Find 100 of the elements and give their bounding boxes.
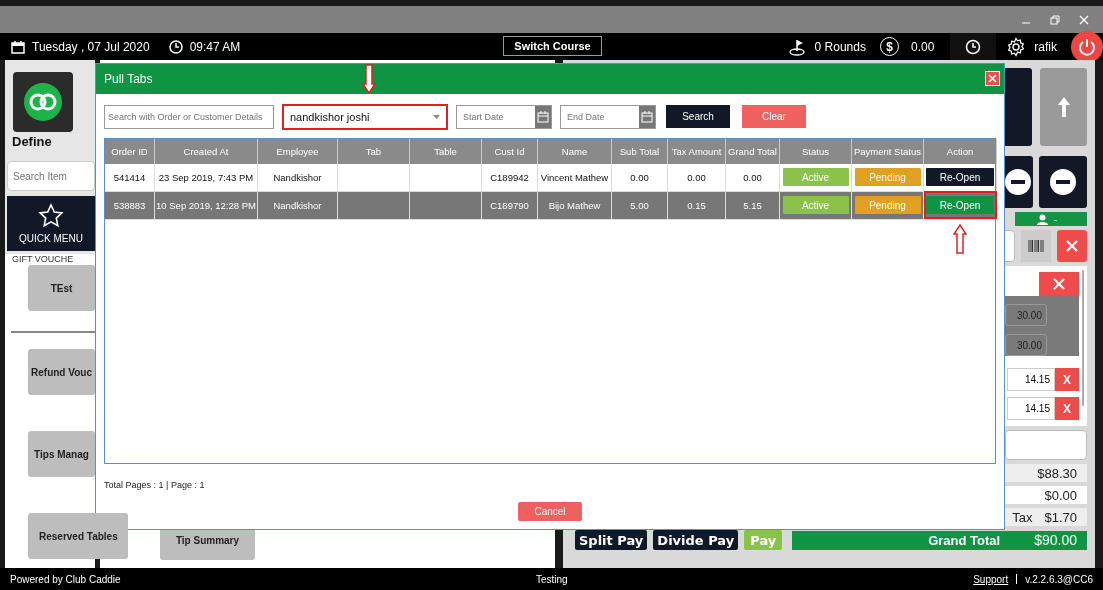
logo-icon — [23, 82, 63, 122]
grand-total-label: Grand Total — [928, 532, 1001, 548]
table-cell: 5.00 — [630, 199, 649, 211]
table-cell: Bijo Mathew — [548, 199, 601, 211]
table-cell: C189790 — [490, 199, 529, 211]
close-icon — [1066, 240, 1078, 252]
column-header: Tab — [338, 138, 410, 164]
table-cell: C189942 — [490, 171, 529, 183]
person-icon — [1036, 213, 1048, 225]
column-header: Grand Total — [726, 138, 780, 164]
table-cell: Vincent Mathew — [540, 171, 609, 183]
user-name: rafik — [1034, 39, 1057, 54]
decrease-button[interactable] — [1039, 156, 1087, 208]
column-header: Table — [410, 138, 482, 164]
settings-icon[interactable] — [1006, 36, 1027, 57]
power-icon[interactable] — [1071, 30, 1103, 63]
total-value: $88.30 — [1037, 465, 1077, 481]
pay-button[interactable]: Split Pay — [575, 530, 648, 550]
caret-icon — [433, 114, 440, 119]
total-label: Tax — [1012, 509, 1033, 525]
support-link[interactable]: Support — [973, 573, 1009, 585]
environment-label: Testing — [536, 573, 568, 585]
close-button[interactable] — [985, 71, 1000, 87]
grand-total-value: $90.00 — [1034, 532, 1077, 548]
restore-icon[interactable] — [1050, 14, 1060, 25]
clock-icon[interactable] — [965, 38, 982, 55]
reopen-button[interactable]: Re-Open — [926, 196, 994, 215]
calendar-icon — [641, 110, 653, 123]
minus-icon — [1050, 169, 1076, 195]
decrease-button[interactable] — [1003, 156, 1033, 208]
close-icon — [1053, 278, 1065, 291]
menu-button[interactable]: Refund Vouc — [28, 349, 95, 395]
employee-dropdown[interactable]: nandkishor joshi — [282, 103, 448, 130]
scrollbar[interactable] — [1082, 270, 1084, 406]
table-cell: 0.00 — [687, 171, 706, 183]
menu-button[interactable]: Tips Manag — [28, 431, 95, 477]
balance-text: 0.00 — [910, 39, 935, 54]
remove-button[interactable]: X — [1055, 368, 1079, 392]
column-header: Created At — [155, 138, 258, 164]
rounds-text: 0 Rounds — [814, 39, 866, 54]
pagination-text: Total Pages : 1 | Page : 1 — [103, 479, 206, 490]
date-text: Tuesday , 07 Jul 2020 — [32, 39, 150, 54]
status-badge: Active — [782, 168, 849, 187]
calendar-button[interactable] — [535, 105, 551, 128]
dialog-title: Pull Tabs — [104, 71, 153, 86]
payment-status-badge: Pending — [854, 168, 921, 187]
time-text: 09:47 AM — [189, 39, 241, 54]
customer-bar[interactable]: - — [1015, 212, 1087, 226]
arrow-up-icon — [1056, 96, 1071, 118]
menu-button[interactable]: Reserved Tables — [28, 513, 128, 559]
column-header: Sub Total — [612, 138, 668, 164]
remove-button[interactable]: X — [1055, 397, 1079, 420]
golf-flag-icon — [788, 37, 807, 56]
search-field[interactable]: Search Item — [7, 161, 95, 191]
total-value: $0.00 — [1044, 487, 1077, 503]
table-cell: 0.00 — [743, 171, 762, 183]
version-text: v.2.2.6.3@CC6 — [1025, 573, 1093, 585]
table-row[interactable]: 541414 23 Sep 2019, 7:43 PM Nandkishor C189942 Vincent Mathew 0.00 0.00 0.00 Active Pending Re-Open — [105, 163, 995, 192]
quick-menu-button[interactable]: QUICK MENU — [7, 196, 95, 251]
calendar-icon — [11, 39, 25, 54]
reopen-button[interactable]: Re-Open — [926, 168, 994, 187]
amount-field[interactable]: 14.15 — [1007, 368, 1055, 392]
barcode-button[interactable] — [1021, 230, 1051, 262]
start-date-field[interactable]: Start Date — [456, 104, 552, 129]
column-header: Cust Id — [482, 138, 538, 164]
table-cell: 5.15 — [743, 199, 762, 211]
column-header: Tax Amount — [668, 138, 726, 164]
table-cell: 23 Sep 2019, 7:43 PM — [158, 171, 254, 183]
star-icon — [38, 203, 64, 229]
table-cell: Nandkishor — [273, 199, 322, 211]
section-title: Define — [11, 133, 53, 149]
column-header: Employee — [258, 138, 338, 164]
pay-button[interactable]: Divide Pay — [653, 530, 739, 550]
menu-button[interactable]: TEst — [28, 265, 95, 311]
switch-course-button[interactable]: Switch Course — [503, 36, 602, 56]
close-button[interactable] — [1057, 230, 1087, 262]
logo-tile[interactable] — [13, 72, 73, 132]
close-icon[interactable] — [1079, 14, 1089, 25]
amount-field[interactable]: 14.15 — [1007, 397, 1055, 420]
category-label: GIFT VOUCHE — [12, 254, 75, 265]
payment-status-badge: Pending — [854, 196, 921, 215]
column-header: Payment Status — [852, 138, 924, 164]
table-cell: Nandkishor — [273, 171, 322, 183]
column-header: Order ID — [105, 138, 155, 164]
end-date-field[interactable]: End Date — [560, 104, 656, 129]
total-value: $1.70 — [1044, 509, 1077, 525]
note-field[interactable] — [1005, 430, 1087, 460]
search-field[interactable]: Search with Order or Customer Details — [104, 104, 274, 129]
calendar-icon — [537, 110, 549, 123]
table-cell: 0.00 — [630, 171, 649, 183]
remove-button[interactable] — [1039, 272, 1079, 297]
barcode-icon — [1028, 240, 1044, 252]
clock-icon — [168, 39, 183, 54]
column-header: Name — [538, 138, 612, 164]
column-header: Status — [780, 138, 852, 164]
table-cell: 0.15 — [687, 199, 706, 211]
scroll-up-button[interactable] — [1040, 68, 1087, 146]
search-button[interactable]: Search — [666, 105, 730, 129]
calendar-button[interactable] — [639, 105, 655, 128]
column-header: Action — [924, 138, 997, 164]
